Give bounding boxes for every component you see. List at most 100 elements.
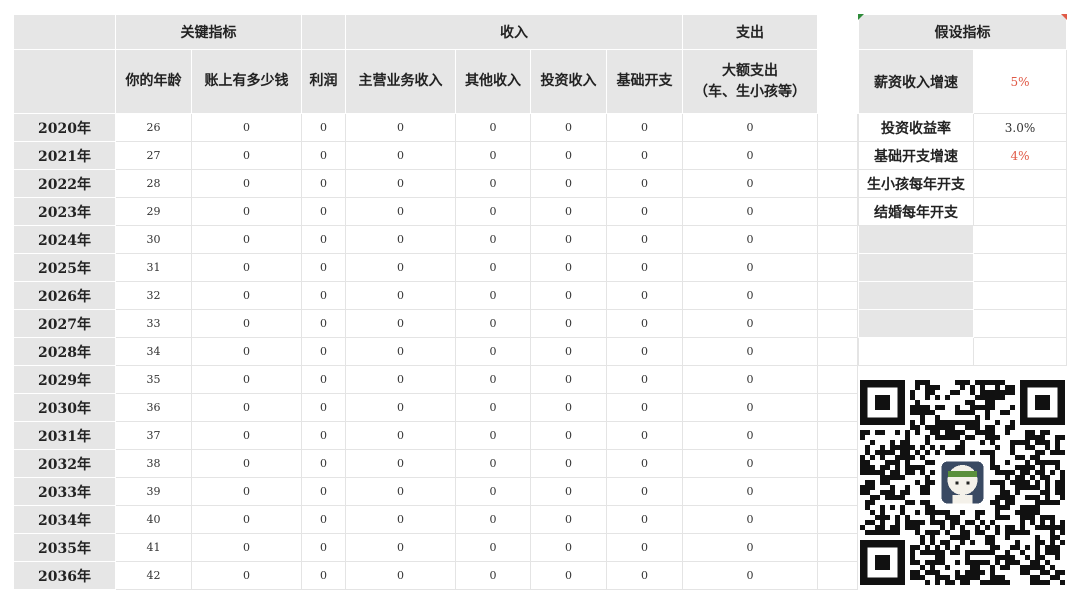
cell-age[interactable]: 33: [115, 309, 192, 338]
cell-basic[interactable]: 0: [606, 169, 683, 198]
cell-age[interactable]: 28: [115, 169, 192, 198]
cell-basic[interactable]: 0: [606, 477, 683, 506]
cell-basic[interactable]: 0: [606, 421, 683, 450]
cell-balance[interactable]: 0: [191, 253, 302, 282]
cell-age[interactable]: 34: [115, 337, 192, 366]
cell-main[interactable]: 0: [345, 141, 456, 170]
cell-main[interactable]: 0: [345, 449, 456, 478]
cell-other[interactable]: 0: [455, 533, 531, 562]
cell-basic[interactable]: 0: [606, 365, 683, 394]
cell-other[interactable]: 0: [455, 253, 531, 282]
cell-profit[interactable]: 0: [301, 281, 346, 310]
cell-basic[interactable]: 0: [606, 505, 683, 534]
cell-profit[interactable]: 0: [301, 561, 346, 590]
cell-other[interactable]: 0: [455, 477, 531, 506]
cell-invest[interactable]: 0: [530, 449, 607, 478]
cell-main[interactable]: 0: [345, 113, 456, 142]
cell-balance[interactable]: 0: [191, 393, 302, 422]
cell-invest[interactable]: 0: [530, 561, 607, 590]
cell-main[interactable]: 0: [345, 477, 456, 506]
cell-big[interactable]: 0: [682, 561, 818, 590]
cell-other[interactable]: 0: [455, 169, 531, 198]
cell-invest[interactable]: 0: [530, 337, 607, 366]
cell-other[interactable]: 0: [455, 393, 531, 422]
cell-profit[interactable]: 0: [301, 393, 346, 422]
cell-invest[interactable]: 0: [530, 533, 607, 562]
cell-big[interactable]: 0: [682, 169, 818, 198]
cell-big[interactable]: 0: [682, 533, 818, 562]
cell-profit[interactable]: 0: [301, 337, 346, 366]
cell-main[interactable]: 0: [345, 197, 456, 226]
cell-basic[interactable]: 0: [606, 309, 683, 338]
cell-main[interactable]: 0: [345, 169, 456, 198]
assumption-value-marriage-expense[interactable]: [973, 197, 1067, 226]
cell-other[interactable]: 0: [455, 337, 531, 366]
cell-other[interactable]: 0: [455, 281, 531, 310]
cell-age[interactable]: 41: [115, 533, 192, 562]
assumption-value-child-expense[interactable]: [973, 169, 1067, 198]
cell-other[interactable]: 0: [455, 225, 531, 254]
cell-main[interactable]: 0: [345, 281, 456, 310]
cell-balance[interactable]: 0: [191, 225, 302, 254]
cell-invest[interactable]: 0: [530, 113, 607, 142]
cell-profit[interactable]: 0: [301, 253, 346, 282]
cell-big[interactable]: 0: [682, 281, 818, 310]
cell-invest[interactable]: 0: [530, 393, 607, 422]
cell-other[interactable]: 0: [455, 449, 531, 478]
cell-basic[interactable]: 0: [606, 533, 683, 562]
cell-profit[interactable]: 0: [301, 225, 346, 254]
cell-profit[interactable]: 0: [301, 113, 346, 142]
cell-basic[interactable]: 0: [606, 337, 683, 366]
cell-big[interactable]: 0: [682, 113, 818, 142]
cell-other[interactable]: 0: [455, 309, 531, 338]
cell-other[interactable]: 0: [455, 197, 531, 226]
cell-big[interactable]: 0: [682, 141, 818, 170]
cell-profit[interactable]: 0: [301, 197, 346, 226]
cell-profit[interactable]: 0: [301, 477, 346, 506]
cell-balance[interactable]: 0: [191, 337, 302, 366]
cell-age[interactable]: 29: [115, 197, 192, 226]
cell-basic[interactable]: 0: [606, 225, 683, 254]
cell-invest[interactable]: 0: [530, 281, 607, 310]
cell-big[interactable]: 0: [682, 337, 818, 366]
cell-balance[interactable]: 0: [191, 365, 302, 394]
cell-profit[interactable]: 0: [301, 533, 346, 562]
cell-big[interactable]: 0: [682, 449, 818, 478]
cell-invest[interactable]: 0: [530, 197, 607, 226]
cell-age[interactable]: 39: [115, 477, 192, 506]
cell-basic[interactable]: 0: [606, 253, 683, 282]
cell-main[interactable]: 0: [345, 561, 456, 590]
cell-main[interactable]: 0: [345, 225, 456, 254]
cell-balance[interactable]: 0: [191, 141, 302, 170]
cell-balance[interactable]: 0: [191, 169, 302, 198]
cell-balance[interactable]: 0: [191, 533, 302, 562]
cell-big[interactable]: 0: [682, 197, 818, 226]
cell-big[interactable]: 0: [682, 477, 818, 506]
cell-balance[interactable]: 0: [191, 309, 302, 338]
cell-other[interactable]: 0: [455, 505, 531, 534]
assumption-value-salary-growth[interactable]: 5%: [973, 49, 1067, 114]
cell-age[interactable]: 30: [115, 225, 192, 254]
assumption-value-invest-return[interactable]: 3.0%: [973, 113, 1067, 142]
cell-balance[interactable]: 0: [191, 449, 302, 478]
cell-profit[interactable]: 0: [301, 505, 346, 534]
cell-balance[interactable]: 0: [191, 197, 302, 226]
cell-age[interactable]: 27: [115, 141, 192, 170]
cell-balance[interactable]: 0: [191, 477, 302, 506]
cell-age[interactable]: 35: [115, 365, 192, 394]
cell-big[interactable]: 0: [682, 393, 818, 422]
cell-profit[interactable]: 0: [301, 141, 346, 170]
cell-main[interactable]: 0: [345, 421, 456, 450]
cell-big[interactable]: 0: [682, 421, 818, 450]
cell-main[interactable]: 0: [345, 505, 456, 534]
cell-basic[interactable]: 0: [606, 393, 683, 422]
cell-age[interactable]: 26: [115, 113, 192, 142]
cell-other[interactable]: 0: [455, 113, 531, 142]
cell-big[interactable]: 0: [682, 365, 818, 394]
cell-invest[interactable]: 0: [530, 477, 607, 506]
cell-profit[interactable]: 0: [301, 449, 346, 478]
cell-main[interactable]: 0: [345, 253, 456, 282]
cell-basic[interactable]: 0: [606, 197, 683, 226]
cell-balance[interactable]: 0: [191, 281, 302, 310]
cell-balance[interactable]: 0: [191, 421, 302, 450]
